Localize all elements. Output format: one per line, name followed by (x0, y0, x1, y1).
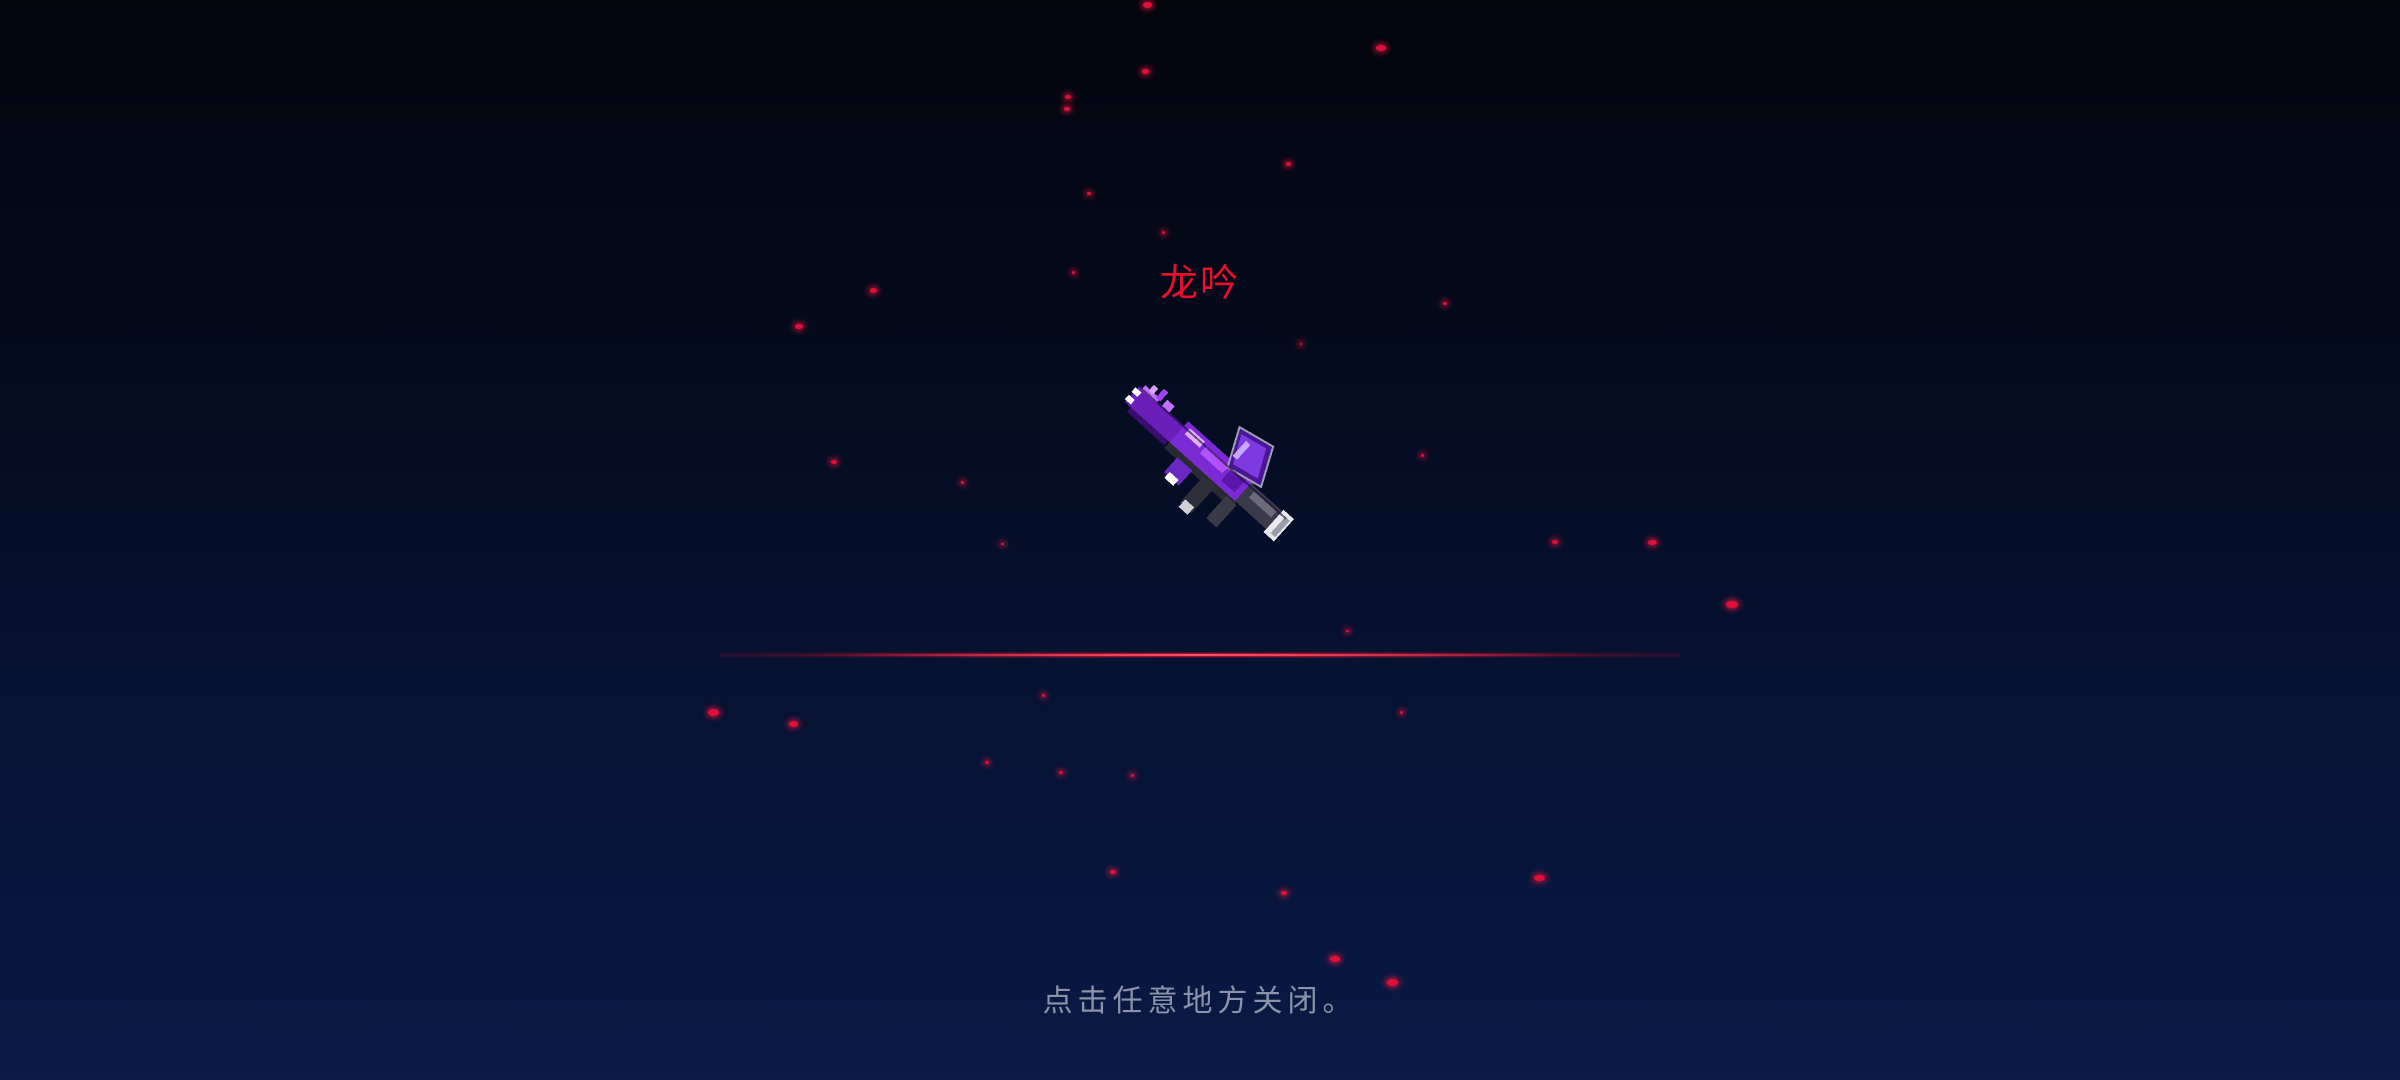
tap-to-close-hint: 点击任意地方关闭。 (1042, 984, 1358, 1019)
divider-glow-core (840, 654, 1560, 656)
reward-item-name: 龙吟 (1159, 261, 1240, 305)
dragon-roar-rifle-icon (1090, 355, 1320, 585)
